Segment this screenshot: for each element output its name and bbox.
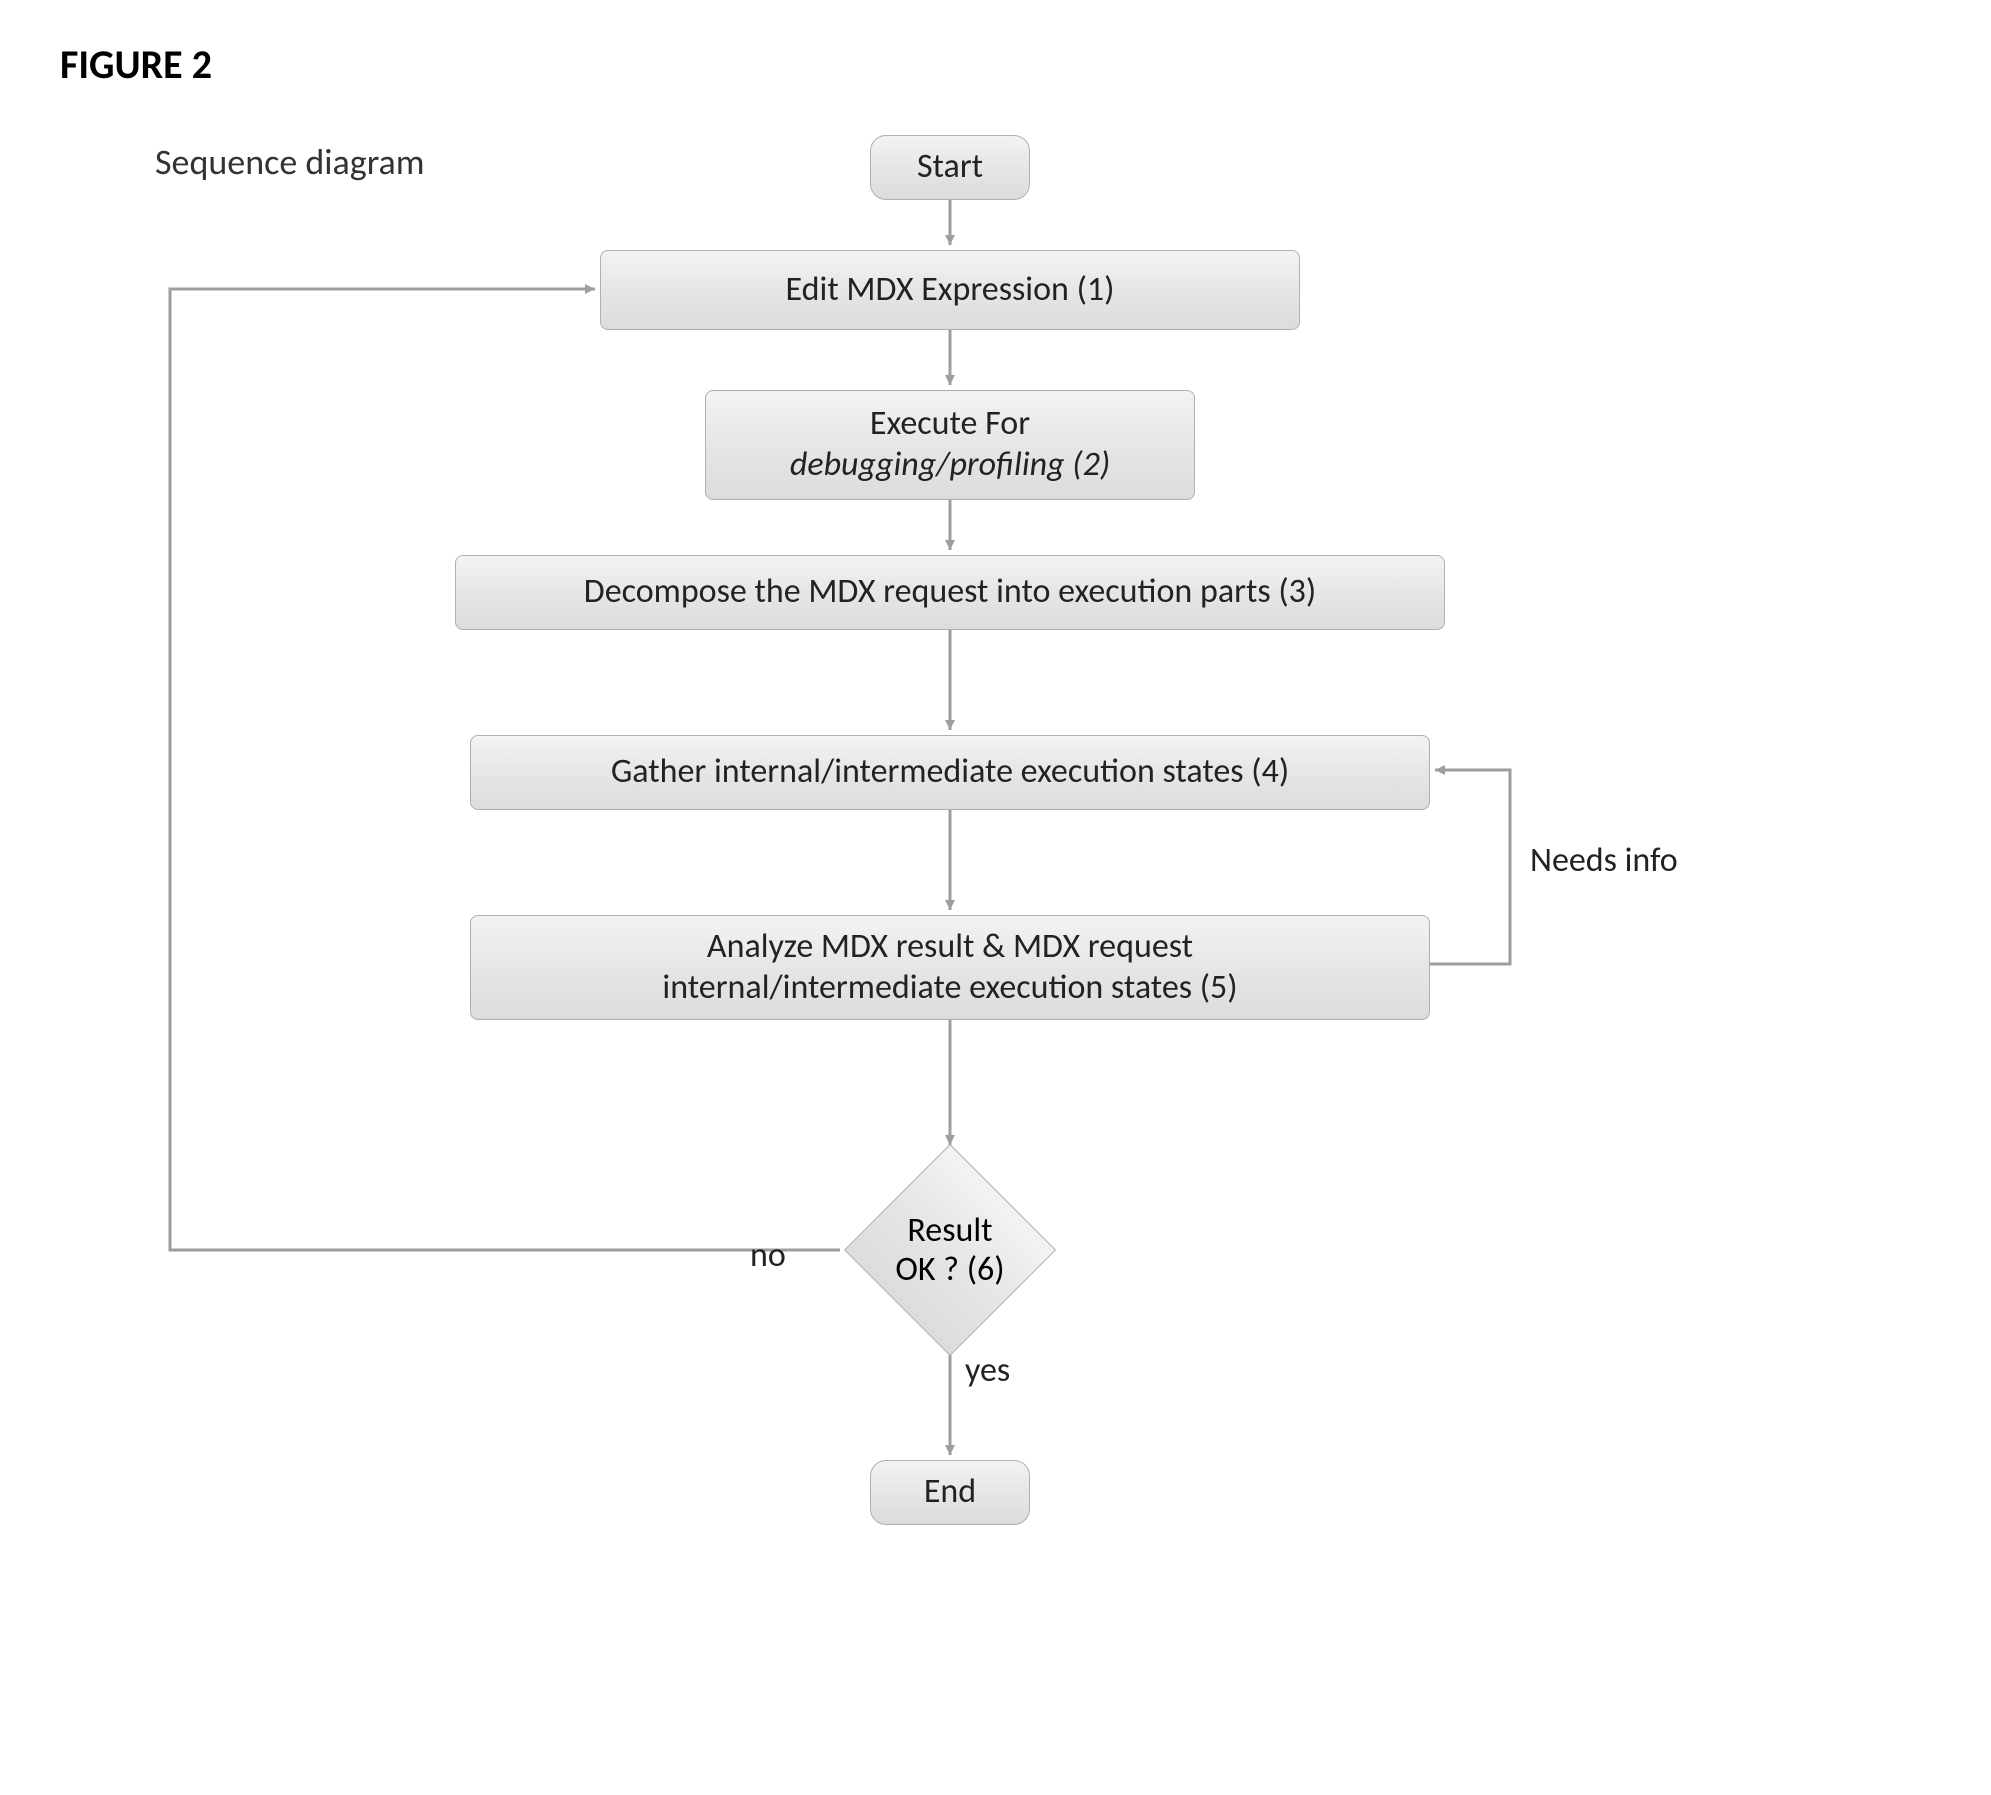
decision-label-line1: Result: [907, 1211, 992, 1250]
decision-label-line2: OK ? (6): [895, 1250, 1004, 1289]
edit-label: Edit MDX Expression (1): [786, 270, 1115, 311]
end-label: End: [924, 1472, 976, 1513]
needs-info-label: Needs info: [1530, 840, 1678, 881]
analyze-label-line1: Analyze MDX result & MDX request: [707, 927, 1193, 968]
decision-label-group: Result OK ? (6): [845, 1145, 1055, 1355]
execute-label-line2: debugging/profiling (2): [790, 445, 1110, 486]
start-node: Start: [870, 135, 1030, 200]
decompose-node: Decompose the MDX request into execution…: [455, 555, 1445, 630]
end-node: End: [870, 1460, 1030, 1525]
execute-label-line1: Execute For: [870, 404, 1030, 445]
no-label: no: [750, 1235, 786, 1276]
analyze-label-line2: internal/intermediate execution states (…: [662, 968, 1237, 1009]
decompose-label: Decompose the MDX request into execution…: [584, 572, 1316, 613]
figure-title: FIGURE 2: [60, 40, 212, 89]
analyze-node: Analyze MDX result & MDX request interna…: [470, 915, 1430, 1020]
start-label: Start: [917, 147, 983, 188]
gather-label: Gather internal/intermediate execution s…: [611, 752, 1289, 793]
yes-label: yes: [965, 1350, 1010, 1391]
decision-node: Result OK ? (6): [845, 1145, 1055, 1355]
execute-node: Execute For debugging/profiling (2): [705, 390, 1195, 500]
gather-node: Gather internal/intermediate execution s…: [470, 735, 1430, 810]
edit-node: Edit MDX Expression (1): [600, 250, 1300, 330]
flowchart-container: FIGURE 2 Sequence diagram Start Edit MDX…: [40, 40, 1940, 1740]
subtitle: Sequence diagram: [155, 140, 425, 184]
